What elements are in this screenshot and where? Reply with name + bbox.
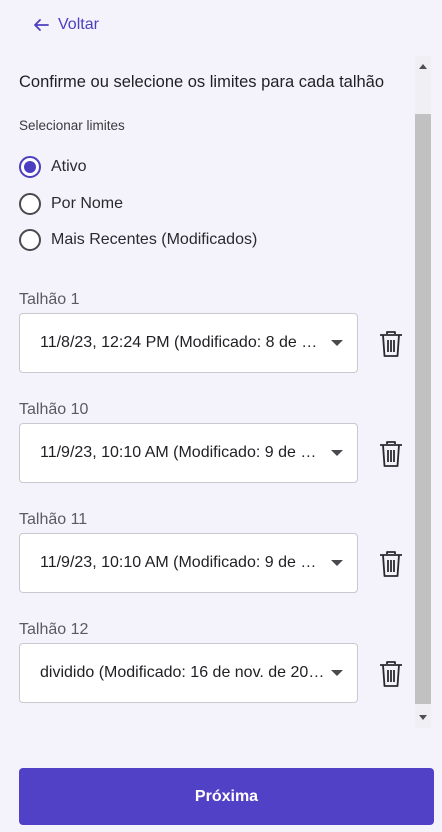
plot-boundary-select[interactable]: 11/9/23, 10:10 AM (Modificado: 9 de nov.… xyxy=(19,533,358,593)
page-heading: Confirme ou selecione os limites para ca… xyxy=(19,73,385,91)
select-value: 11/9/23, 10:10 AM (Modificado: 9 de nov.… xyxy=(40,554,325,571)
caret-down-icon xyxy=(331,560,343,566)
radio-label: Por Nome xyxy=(51,195,124,212)
plot-label: Talhão 10 xyxy=(19,401,89,418)
trash-icon[interactable] xyxy=(378,440,404,468)
back-link[interactable]: Voltar xyxy=(32,16,99,34)
radio-ativo[interactable]: Ativo xyxy=(19,156,87,178)
plot-label: Talhão 11 xyxy=(19,511,88,528)
next-button[interactable]: Próxima xyxy=(19,768,434,825)
select-value: 11/8/23, 12:24 PM (Modificado: 8 de nov.… xyxy=(40,334,325,351)
plot-boundary-select[interactable]: 11/9/23, 10:10 AM (Modificado: 9 de nov.… xyxy=(19,423,358,483)
radio-mais-recentes[interactable]: Mais Recentes (Modificados) xyxy=(19,229,257,251)
plot-boundary-select[interactable]: dividido (Modificado: 16 de nov. de 2023… xyxy=(19,643,358,703)
select-value: 11/9/23, 10:10 AM (Modificado: 9 de nov.… xyxy=(40,444,325,461)
caret-down-icon xyxy=(331,670,343,676)
arrow-left-icon xyxy=(34,19,49,31)
radio-unchecked-icon xyxy=(19,193,41,215)
trash-icon[interactable] xyxy=(378,330,404,358)
radio-unchecked-icon xyxy=(19,229,41,251)
select-value: dividido (Modificado: 16 de nov. de 2023… xyxy=(40,664,325,681)
scroll-up-icon[interactable] xyxy=(419,64,427,69)
radio-checked-icon xyxy=(19,156,41,178)
back-label: Voltar xyxy=(58,16,99,33)
radio-label: Ativo xyxy=(51,158,87,175)
scroll-area[interactable]: Confirme ou selecione os limites para ca… xyxy=(0,56,442,728)
radio-label: Mais Recentes (Modificados) xyxy=(51,231,258,248)
scrollbar[interactable] xyxy=(415,56,431,728)
plot-label: Talhão 12 xyxy=(19,621,89,638)
scrollbar-thumb[interactable] xyxy=(415,114,431,704)
radio-por-nome[interactable]: Por Nome xyxy=(19,193,123,215)
select-limits-label: Selecionar limites xyxy=(19,118,125,133)
scroll-down-icon[interactable] xyxy=(419,715,427,720)
caret-down-icon xyxy=(331,340,343,346)
plot-boundary-select[interactable]: 11/8/23, 12:24 PM (Modificado: 8 de nov.… xyxy=(19,313,358,373)
plot-label: Talhão 1 xyxy=(19,291,80,308)
trash-icon[interactable] xyxy=(378,660,404,688)
caret-down-icon xyxy=(331,450,343,456)
trash-icon[interactable] xyxy=(378,550,404,578)
